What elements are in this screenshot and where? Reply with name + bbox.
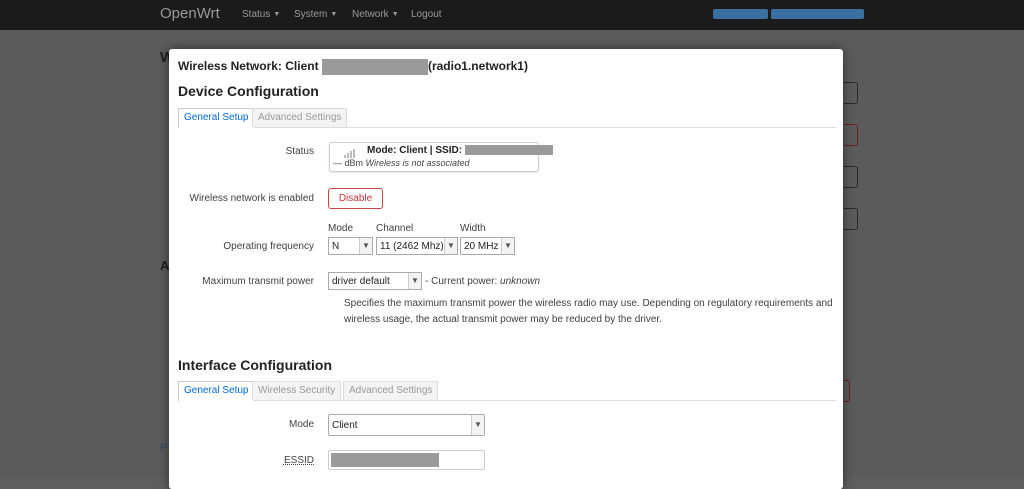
redacted-essid [331, 453, 439, 467]
status-box: Mode: Client | SSID: — dBm Wireless is n… [329, 142, 553, 172]
channel-select[interactable]: 11 (2462 Mhz) ▼ [376, 237, 458, 255]
caret-down-icon: ▼ [330, 11, 338, 18]
txpower-help-text: Specifies the maximum transmit power the… [344, 298, 833, 325]
bg-heading: A [160, 258, 170, 273]
status-mode-text: Mode: Client | SSID: [367, 145, 463, 156]
txpower-label: Maximum transmit power [202, 276, 314, 287]
chevron-down-icon: ▼ [444, 238, 457, 254]
brand-logo[interactable]: OpenWrt [160, 5, 220, 22]
nav-network[interactable]: Network ▼ [352, 9, 399, 20]
channel-column-label: Channel [376, 223, 414, 234]
tab-interface-security[interactable]: Wireless Security [252, 381, 342, 400]
current-power-prefix: - Current power: [425, 276, 498, 287]
essid-label: ESSID [283, 455, 314, 466]
nav-logout[interactable]: Logout [411, 9, 442, 20]
channel-select-value: 11 (2462 Mhz) [380, 241, 444, 252]
top-navbar: OpenWrt Status ▼ System ▼ Network ▼ Logout [0, 0, 1024, 30]
mode-select[interactable]: N ▼ [328, 237, 373, 255]
status-label: Status [285, 146, 314, 157]
status-badge-redacted[interactable] [713, 9, 768, 19]
interface-mode-value: Client [332, 420, 358, 431]
status-badge-redacted[interactable] [771, 9, 864, 19]
modal-title-prefix: Wireless Network: Client [178, 59, 319, 74]
modal-title-suffix: (radio1.network1) [427, 59, 528, 74]
essid-input[interactable] [328, 450, 485, 470]
status-message: Wireless is not associated [365, 158, 470, 168]
chevron-down-icon: ▼ [501, 238, 514, 254]
nav-network-label: Network [352, 9, 389, 20]
nav-status-label: Status [242, 9, 271, 20]
txpower-select[interactable]: driver default ▼ [328, 272, 422, 290]
tab-device-advanced[interactable]: Advanced Settings [252, 108, 348, 127]
redacted-ssid [321, 59, 428, 75]
modal-title: Wireless Network: Client (radio1.network… [178, 59, 528, 75]
mode-select-value: N [332, 241, 340, 252]
interface-config-title: Interface Configuration [178, 357, 333, 373]
caret-down-icon: ▼ [273, 11, 281, 18]
tab-interface-advanced[interactable]: Advanced Settings [343, 381, 439, 400]
interface-mode-select[interactable]: Client ▼ [328, 414, 485, 436]
signal-icon [344, 148, 358, 158]
disable-button[interactable]: Disable [328, 188, 383, 209]
chevron-down-icon: ▼ [471, 415, 484, 435]
caret-down-icon: ▼ [391, 11, 399, 18]
width-select-value: 20 MHz [464, 241, 499, 252]
interface-config-tabs: General Setup Wireless Security Advanced… [178, 381, 836, 401]
width-select[interactable]: 20 MHz ▼ [460, 237, 515, 255]
tab-interface-general[interactable]: General Setup [178, 381, 255, 401]
width-column-label: Width [460, 223, 486, 234]
frequency-label: Operating frequency [223, 241, 314, 252]
interface-mode-label: Mode [288, 419, 314, 430]
status-dbm: — dBm [333, 158, 364, 168]
mode-column-label: Mode [328, 223, 354, 234]
wireless-network-modal: Wireless Network: Client (radio1.network… [169, 49, 843, 489]
current-power-value: unknown [500, 276, 541, 287]
enabled-label: Wireless network is enabled [189, 193, 315, 204]
current-power: - Current power: unknown [425, 276, 540, 287]
device-config-tabs: General Setup Advanced Settings [178, 108, 836, 128]
nav-status[interactable]: Status ▼ [242, 9, 280, 20]
tab-device-general[interactable]: General Setup [178, 108, 255, 128]
nav-system-label: System [294, 9, 328, 20]
chevron-down-icon: ▼ [408, 273, 421, 289]
redacted-ssid [464, 145, 553, 156]
device-config-title: Device Configuration [178, 83, 319, 99]
txpower-select-value: driver default [332, 276, 390, 287]
nav-system[interactable]: System ▼ [294, 9, 337, 20]
bg-link: P [160, 442, 168, 454]
chevron-down-icon: ▼ [359, 238, 372, 254]
